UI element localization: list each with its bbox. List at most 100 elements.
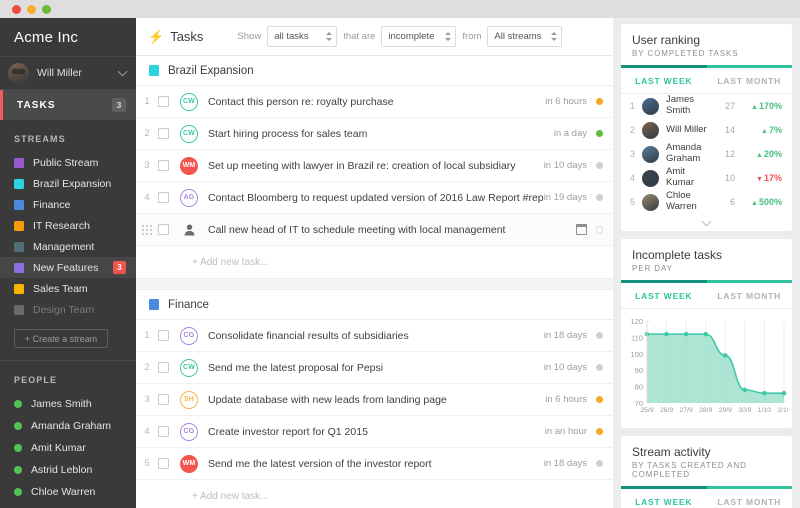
task-checkbox[interactable] bbox=[158, 128, 169, 139]
priority-flag[interactable] bbox=[596, 98, 603, 105]
assignee-avatar[interactable]: SH bbox=[180, 390, 198, 409]
streams-section-label: STREAMS bbox=[14, 134, 66, 144]
due-date: in 19 days bbox=[543, 192, 587, 203]
assignee-avatar[interactable]: WM bbox=[180, 156, 198, 175]
list-item[interactable]: 5 Chloe Warren 6 ▲500% bbox=[621, 190, 792, 214]
sidebar-item-stream[interactable]: IT Research bbox=[0, 215, 136, 236]
sidebar-item-stream[interactable]: Finance bbox=[0, 194, 136, 215]
task-checkbox[interactable] bbox=[158, 458, 169, 469]
show-more-button[interactable] bbox=[621, 214, 792, 231]
assignee-avatar[interactable]: CG bbox=[180, 422, 198, 441]
tab-last-month[interactable]: LAST MONTH bbox=[707, 489, 793, 508]
scope-select[interactable]: all tasks bbox=[267, 26, 338, 47]
task-checkbox[interactable] bbox=[158, 224, 169, 235]
priority-flag[interactable] bbox=[596, 364, 603, 371]
task-checkbox[interactable] bbox=[158, 426, 169, 437]
task-number: 2 bbox=[144, 128, 150, 139]
sidebar-item-person[interactable]: Claudia Gomez bbox=[0, 503, 136, 508]
sidebar-item-tasks[interactable]: TASKS 3 bbox=[0, 90, 136, 120]
tab-last-week[interactable]: LAST WEEK bbox=[621, 68, 707, 93]
svg-text:2/10: 2/10 bbox=[777, 407, 788, 414]
assignee-avatar[interactable]: CW bbox=[180, 358, 198, 377]
status-select[interactable]: incomplete bbox=[381, 26, 457, 47]
tab-last-month[interactable]: LAST MONTH bbox=[707, 68, 793, 93]
drag-handle[interactable] bbox=[136, 224, 158, 235]
svg-text:29/9: 29/9 bbox=[719, 407, 732, 414]
add-new-task-button[interactable]: + Add new task... bbox=[136, 480, 613, 508]
list-item[interactable]: 2 Will Miller 14 ▲7% bbox=[621, 118, 792, 142]
rank-number: 5 bbox=[630, 197, 636, 207]
sidebar-item-stream[interactable]: Sales Team bbox=[0, 278, 136, 299]
user-ranking-card: User ranking BY COMPLETED TASKS LAST WEE… bbox=[621, 24, 792, 231]
priority-flag[interactable] bbox=[596, 130, 603, 137]
table-row[interactable]: 1 CW Contact this person re: royalty pur… bbox=[136, 86, 613, 118]
sidebar-item-stream[interactable]: New Features 3 bbox=[0, 257, 136, 278]
task-checkbox[interactable] bbox=[158, 96, 169, 107]
minimize-icon[interactable] bbox=[27, 5, 36, 14]
priority-flag[interactable] bbox=[596, 332, 603, 339]
table-row[interactable]: 3 WM Set up meeting with lawyer in Brazi… bbox=[136, 150, 613, 182]
arrow-up-icon: ▲ bbox=[761, 128, 768, 135]
tab-last-month[interactable]: LAST MONTH bbox=[707, 283, 793, 308]
sidebar-item-stream[interactable]: Brazil Expansion bbox=[0, 173, 136, 194]
table-row[interactable]: 3 SH Update database with new leads from… bbox=[136, 384, 613, 416]
priority-flag[interactable] bbox=[596, 428, 603, 435]
sidebar-item-stream[interactable]: Public Stream bbox=[0, 152, 136, 173]
task-checkbox[interactable] bbox=[158, 192, 169, 203]
task-checkbox[interactable] bbox=[158, 160, 169, 171]
due-date: in 6 hours bbox=[545, 394, 587, 405]
table-row[interactable]: 5 WM Send me the latest version of the i… bbox=[136, 448, 613, 480]
due-date: in 10 days bbox=[543, 362, 587, 373]
list-item[interactable]: 1 James Smith 27 ▲170% bbox=[621, 94, 792, 118]
online-status-icon bbox=[14, 444, 22, 452]
priority-flag[interactable] bbox=[596, 194, 603, 201]
list-item[interactable]: 4 Amit Kumar 10 ▼17% bbox=[621, 166, 792, 190]
sidebar-user-switcher[interactable]: Will Miller bbox=[0, 56, 136, 90]
table-row[interactable]: 2 CW Start hiring process for sales team… bbox=[136, 118, 613, 150]
priority-flag[interactable] bbox=[596, 460, 603, 467]
task-group-header[interactable]: Finance bbox=[136, 290, 613, 320]
priority-flag[interactable] bbox=[596, 396, 603, 403]
assignee-avatar[interactable]: CG bbox=[180, 326, 198, 345]
svg-text:100: 100 bbox=[630, 350, 643, 359]
task-group-header[interactable]: Brazil Expansion bbox=[136, 56, 613, 86]
create-stream-button[interactable]: + Create a stream bbox=[14, 329, 108, 348]
table-row[interactable]: 1 CG Consolidate financial results of su… bbox=[136, 320, 613, 352]
maximize-icon[interactable] bbox=[42, 5, 51, 14]
table-row[interactable]: 4 CG Create investor report for Q1 2015 … bbox=[136, 416, 613, 448]
stream-select[interactable]: All streams bbox=[487, 26, 563, 47]
sidebar-item-person[interactable]: Astrid Leblon bbox=[0, 459, 136, 481]
tab-last-week[interactable]: LAST WEEK bbox=[621, 489, 707, 508]
sidebar-item-person[interactable]: James Smith bbox=[0, 393, 136, 415]
table-row[interactable]: Call new head of IT to schedule meeting … bbox=[136, 214, 613, 246]
priority-flag[interactable] bbox=[596, 225, 603, 234]
priority-flag[interactable] bbox=[596, 162, 603, 169]
sidebar-item-person[interactable]: Amit Kumar bbox=[0, 437, 136, 459]
card-header: Incomplete tasks PER DAY bbox=[621, 239, 792, 280]
close-icon[interactable] bbox=[12, 5, 21, 14]
sidebar-item-person[interactable]: Amanda Graham bbox=[0, 415, 136, 437]
task-checkbox[interactable] bbox=[158, 394, 169, 405]
sidebar-item-stream[interactable]: Management bbox=[0, 236, 136, 257]
add-new-task-button[interactable]: + Add new task... bbox=[136, 246, 613, 279]
assignee-avatar[interactable]: AG bbox=[180, 188, 198, 207]
table-row[interactable]: 2 CW Send me the latest proposal for Pep… bbox=[136, 352, 613, 384]
card-subtitle: BY COMPLETED TASKS bbox=[632, 49, 739, 58]
card-title: Incomplete tasks bbox=[632, 248, 723, 262]
table-row[interactable]: 4 AG Contact Bloomberg to request update… bbox=[136, 182, 613, 214]
task-checkbox[interactable] bbox=[158, 362, 169, 373]
sidebar-item-person[interactable]: Chloe Warren bbox=[0, 481, 136, 503]
assignee-avatar[interactable]: CW bbox=[180, 92, 198, 111]
area-chart: 70809010011012025/9 26/9 27/9 28/9 29/9 30/9 1… bbox=[630, 317, 790, 414]
task-number: 2 bbox=[144, 362, 150, 373]
sidebar-item-label: Public Stream bbox=[33, 156, 99, 169]
tab-last-week[interactable]: LAST WEEK bbox=[621, 283, 707, 308]
task-checkbox[interactable] bbox=[158, 330, 169, 341]
chevron-down-icon[interactable] bbox=[117, 66, 128, 77]
rank-number: 3 bbox=[630, 149, 636, 159]
list-item[interactable]: 3 Amanda Graham 12 ▲20% bbox=[621, 142, 792, 166]
calendar-icon[interactable] bbox=[575, 224, 588, 235]
sidebar-item-stream[interactable]: Design Team bbox=[0, 299, 136, 320]
assignee-avatar[interactable]: CW bbox=[180, 124, 198, 143]
assignee-avatar[interactable]: WM bbox=[180, 454, 198, 473]
